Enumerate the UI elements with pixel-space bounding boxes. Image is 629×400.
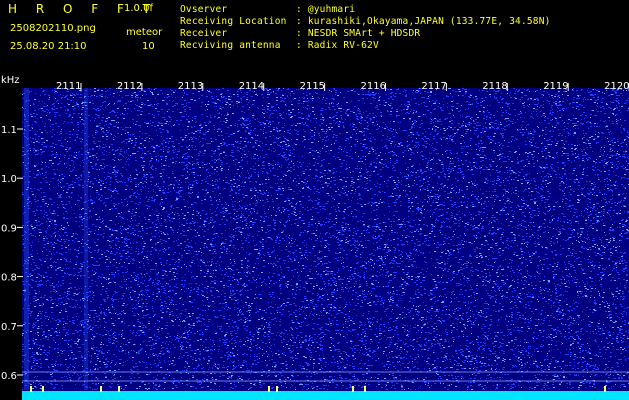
mode-label: meteor [126, 27, 163, 38]
mode-value: 10 [142, 41, 155, 52]
x-tick-label: 2120 [604, 81, 629, 92]
x-tick-label: 2114 [239, 81, 264, 92]
datetime-label: 25.08.20 21:10 [10, 41, 87, 52]
x-tick-label: 2117 [421, 81, 446, 92]
x-tick-label: 2116 [361, 81, 386, 92]
baseline-marker [268, 386, 270, 392]
x-tick-label: 2118 [482, 81, 507, 92]
vertical-streak [84, 88, 88, 390]
baseline-marker [604, 386, 606, 392]
y-axis-label: kHz [1, 75, 20, 86]
y-tick-label: 0.7 [1, 322, 17, 333]
y-tick-label: 0.8 [1, 273, 17, 284]
version-label: 1.0.0f [124, 3, 153, 14]
baseline-marker [100, 386, 102, 392]
x-tick-label: 2111 [56, 81, 81, 92]
y-tick-label: 0.9 [1, 223, 17, 234]
spectrogram-chart: 2111 2112 2113 2114 2115 2116 2117 2118 2119 2120… [1, 75, 629, 400]
y-tick-label: 1.1 [1, 125, 17, 136]
baseline-band [22, 391, 629, 400]
vertical-streak [24, 88, 29, 390]
baseline-marker [352, 386, 354, 392]
antenna-value: : Radix RV-62V [296, 40, 379, 51]
y-axis: kHz 1.1 1.0 0.9 0.8 0.7 0.6 [1, 75, 23, 382]
receiver-label: Receiver [180, 28, 228, 39]
baseline-marker [118, 386, 120, 392]
baseline-marker [42, 386, 44, 392]
antenna-label: Recviving antenna [180, 40, 281, 51]
receiver-value: : NESDR SMArt + HDSDR [296, 28, 421, 39]
observer-label: Ovserver [180, 4, 228, 15]
location-label: Receiving Location [180, 16, 287, 27]
baseline-marker [276, 386, 278, 392]
baseline-marker [30, 386, 32, 392]
observer-value: : @yuhmari [296, 4, 356, 15]
baseline-marker [364, 386, 366, 392]
location-value: : kurashiki,Okayama,JAPAN (133.77E, 34.5… [296, 16, 551, 27]
filename-label: 2508202110.png [10, 23, 96, 34]
x-tick-label: 2112 [117, 81, 142, 92]
header-panel: H R O F F T 1.0.0f 2508202110.png 25.08.… [0, 0, 629, 74]
x-tick-label: 2115 [300, 81, 325, 92]
y-tick-label: 1.0 [1, 174, 17, 185]
x-tick-label: 2119 [543, 81, 568, 92]
y-tick-label: 0.6 [1, 371, 17, 382]
x-tick-label: 2113 [178, 81, 203, 92]
